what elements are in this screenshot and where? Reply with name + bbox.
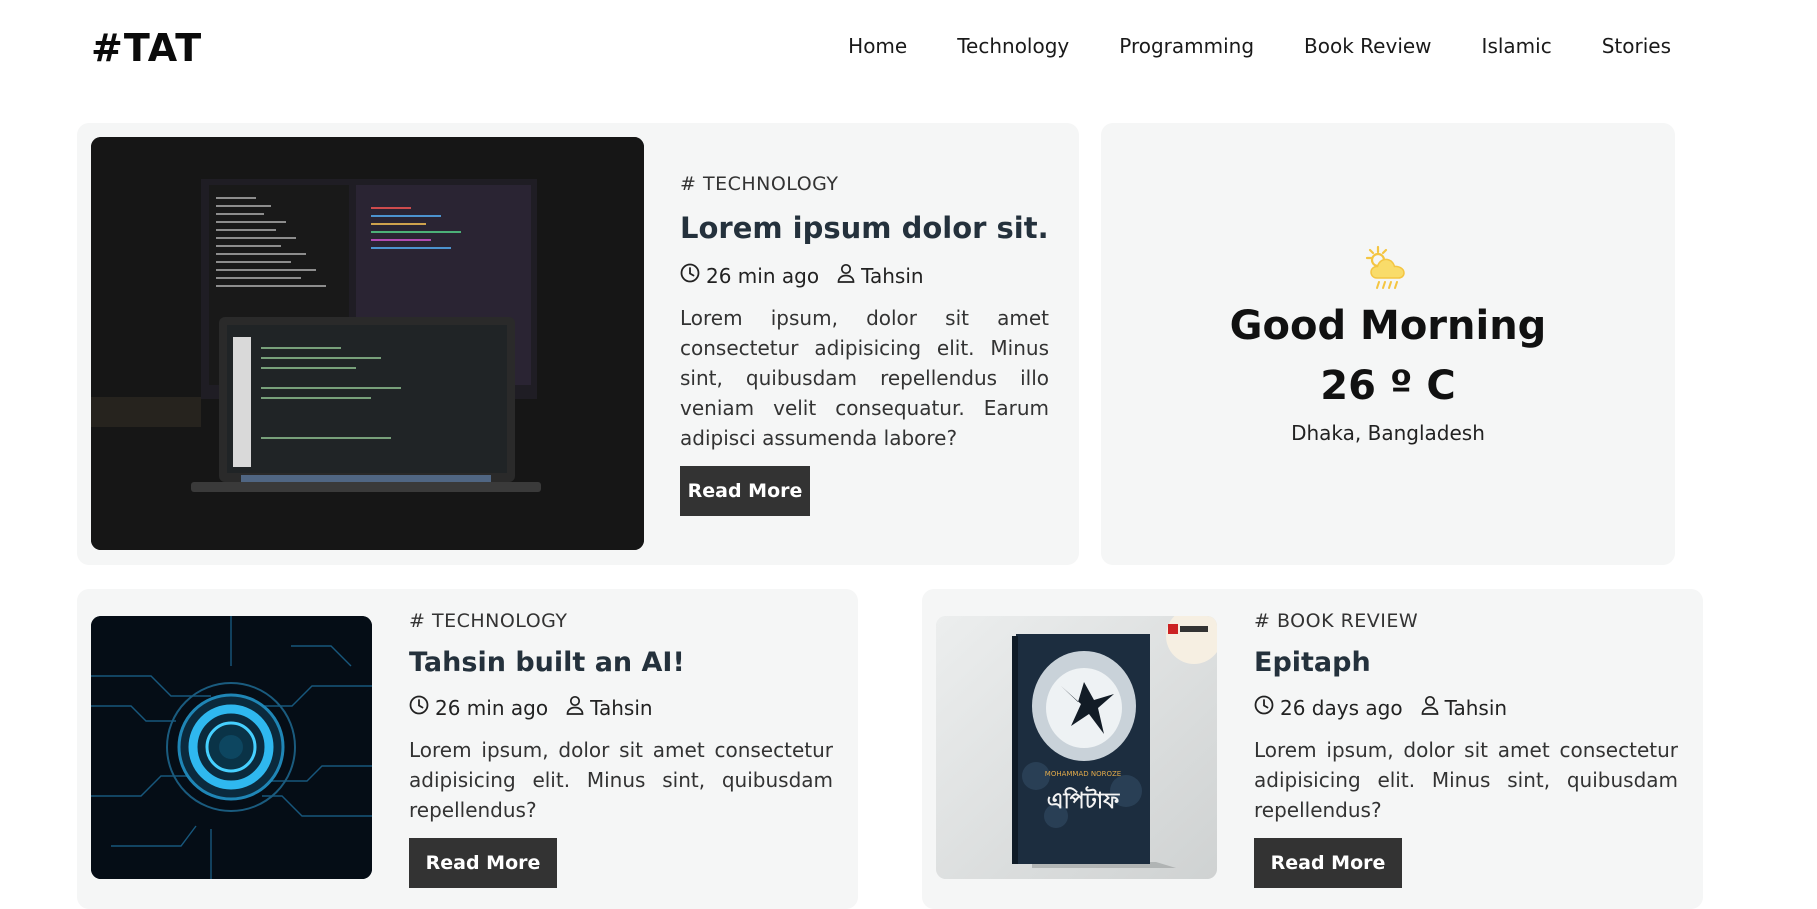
post-meta: 26 min ago Tahsin [409, 695, 653, 720]
post-meta: 26 min ago Tahsin [680, 263, 924, 288]
site-logo[interactable]: #TAT [91, 26, 202, 70]
greeting: Good Morning [1229, 303, 1547, 349]
post-time: 26 min ago [706, 263, 820, 288]
post-author[interactable]: Tahsin [590, 696, 653, 720]
nav-book-review[interactable]: Book Review [1304, 34, 1432, 58]
post-author[interactable]: Tahsin [1445, 696, 1508, 720]
top-navbar: #TAT Home Technology Programming Book Re… [0, 0, 1817, 96]
clock-icon [1254, 695, 1274, 720]
post-title[interactable]: Tahsin built an AI! [409, 647, 685, 678]
main-menu: Home Technology Programming Book Review … [848, 34, 1671, 58]
post-title[interactable]: Epitaph [1254, 647, 1371, 678]
post-category[interactable]: # BOOK REVIEW [1254, 610, 1418, 632]
nav-stories[interactable]: Stories [1602, 34, 1671, 58]
read-more-button[interactable]: Read More [1254, 838, 1402, 888]
post-card: # TECHNOLOGY Tahsin built an AI! 26 min … [77, 589, 858, 909]
post-author[interactable]: Tahsin [861, 264, 924, 288]
post-time: 26 min ago [435, 695, 549, 720]
post-excerpt: Lorem ipsum, dolor sit amet consectetur … [1254, 738, 1678, 822]
post-image[interactable] [91, 616, 372, 879]
location: Dhaka, Bangladesh [1291, 421, 1485, 445]
user-icon [1421, 695, 1439, 720]
featured-post-card: # TECHNOLOGY Lorem ipsum dolor sit. 26 m… [77, 123, 1079, 565]
weather-card: Good Morning 26 º C Dhaka, Bangladesh [1101, 123, 1675, 565]
post-card: MOHAMMAD NOROZE এপিটাফ # BOOK REVIEW Epi… [922, 589, 1703, 909]
user-icon [566, 695, 584, 720]
svg-text:MOHAMMAD NOROZE: MOHAMMAD NOROZE [1045, 770, 1121, 778]
featured-post-image[interactable] [91, 137, 644, 550]
nav-programming[interactable]: Programming [1119, 34, 1254, 58]
post-category[interactable]: # TECHNOLOGY [680, 173, 839, 195]
clock-icon [409, 695, 429, 720]
cloud-sun-rain-icon [1363, 245, 1413, 293]
read-more-button[interactable]: Read More [680, 466, 810, 516]
clock-icon [680, 263, 700, 288]
post-title[interactable]: Lorem ipsum dolor sit. [680, 211, 1049, 245]
post-meta: 26 days ago Tahsin [1254, 695, 1507, 720]
post-image[interactable]: MOHAMMAD NOROZE এপিটাফ [936, 616, 1217, 879]
post-category[interactable]: # TECHNOLOGY [409, 610, 568, 632]
post-excerpt: Lorem ipsum, dolor sit amet consectetur … [680, 306, 1049, 450]
read-more-button[interactable]: Read More [409, 838, 557, 888]
nav-home[interactable]: Home [848, 34, 907, 58]
nav-islamic[interactable]: Islamic [1482, 34, 1552, 58]
post-excerpt: Lorem ipsum, dolor sit amet consectetur … [409, 738, 833, 822]
svg-text:এপিটাফ: এপিটাফ [1047, 786, 1120, 814]
nav-technology[interactable]: Technology [957, 34, 1069, 58]
post-time: 26 days ago [1280, 695, 1403, 720]
temperature: 26 º C [1320, 363, 1456, 409]
user-icon [837, 263, 855, 288]
